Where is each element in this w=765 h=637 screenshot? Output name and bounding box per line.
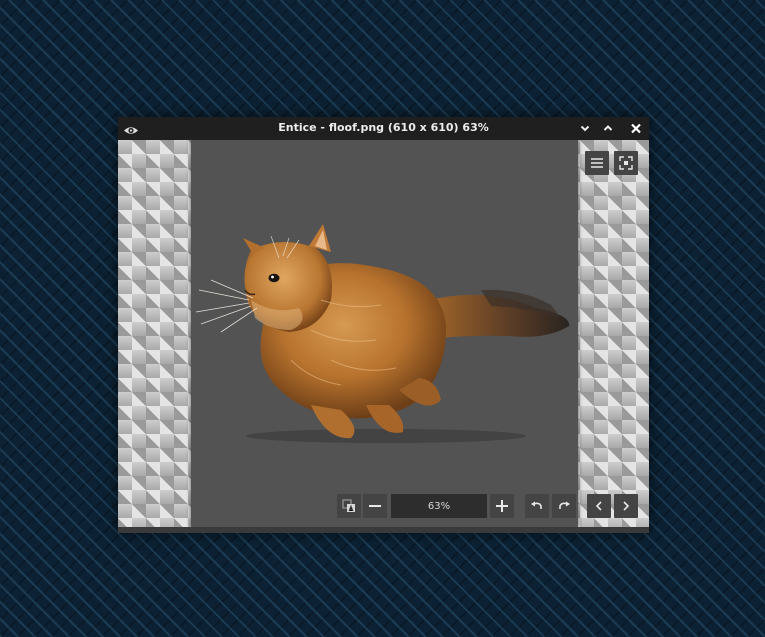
cat-image: [195, 224, 570, 443]
zoom-in-icon[interactable]: [490, 494, 514, 518]
zoom-fit-icon[interactable]: [337, 494, 361, 518]
zoom-out-icon[interactable]: [363, 494, 387, 518]
titlebar[interactable]: Entice - floof.png (610 x 610) 63%: [118, 117, 649, 140]
fullscreen-icon[interactable]: [614, 151, 638, 175]
image-canvas[interactable]: 63%: [118, 140, 649, 527]
previous-icon[interactable]: [587, 494, 611, 518]
image-view[interactable]: [191, 140, 578, 527]
close-icon[interactable]: [628, 121, 644, 136]
window-title: Entice - floof.png (610 x 610) 63%: [278, 121, 489, 134]
window-bottom-edge: [118, 527, 649, 533]
entice-window: Entice - floof.png (610 x 610) 63% 63%: [118, 117, 649, 533]
rotate-right-icon[interactable]: [552, 494, 576, 518]
zoom-level-field[interactable]: 63%: [391, 494, 487, 518]
menu-icon[interactable]: [585, 151, 609, 175]
maximize-icon[interactable]: [600, 121, 616, 136]
rotate-left-icon[interactable]: [525, 494, 549, 518]
next-icon[interactable]: [614, 494, 638, 518]
minimize-icon[interactable]: [577, 121, 593, 136]
